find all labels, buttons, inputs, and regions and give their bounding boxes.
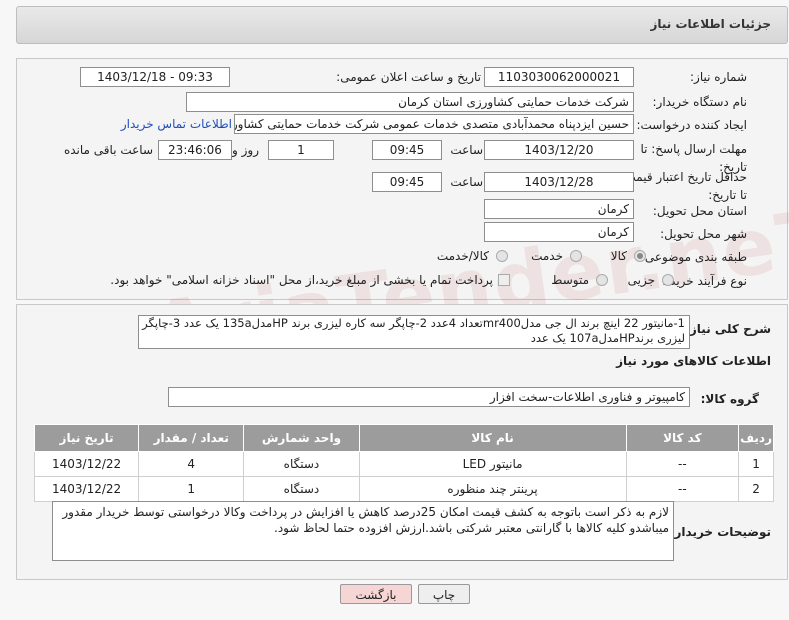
description-label: شرح کلی نیاز: bbox=[685, 322, 771, 336]
goods-info-heading: اطلاعات کالاهای مورد نیاز bbox=[616, 354, 771, 368]
purchase-option-minor: جزیی bbox=[627, 273, 655, 287]
validity-time-field: 09:45 bbox=[372, 172, 442, 192]
goods-group-label: گروه کالا: bbox=[700, 392, 759, 406]
category-option-goods: کالا bbox=[610, 249, 627, 263]
deadline-time-label: ساعت bbox=[450, 143, 483, 157]
col-item-name: نام کالا bbox=[358, 424, 627, 452]
goods-group-field: کامپیوتر و فناوری اطلاعات-سخت افزار bbox=[168, 387, 690, 407]
announce-field: 1403/12/18 - 09:33 bbox=[80, 67, 230, 87]
buyer-notes-label: توضیحات خریدار: bbox=[669, 525, 771, 539]
col-row-number: ردیف bbox=[738, 424, 774, 452]
back-button[interactable]: بازگشت bbox=[340, 584, 412, 604]
category-option-goods-service: کالا/خدمت bbox=[436, 249, 489, 263]
col-need-date: تاریخ نیاز bbox=[33, 424, 140, 452]
category-radio-goods[interactable] bbox=[634, 250, 646, 262]
print-button[interactable]: چاپ bbox=[418, 584, 470, 604]
city-label: شهر محل تحویل: bbox=[660, 227, 747, 241]
table-row: 2 -- پرینتر چند منظوره دستگاه 1 1403/12/… bbox=[33, 476, 774, 502]
col-unit: واحد شمارش bbox=[243, 424, 360, 452]
cell-need-date: 1403/12/22 bbox=[33, 476, 140, 502]
announce-label: تاریخ و ساعت اعلان عمومی: bbox=[336, 70, 481, 84]
province-field: کرمان bbox=[484, 199, 634, 219]
requester-label: ایجاد کننده درخواست: bbox=[636, 118, 747, 132]
category-option-service: خدمت bbox=[531, 249, 563, 263]
purchase-radio-minor[interactable] bbox=[662, 274, 674, 286]
category-label: طبقه بندی موضوعی: bbox=[640, 250, 747, 264]
city-field: کرمان bbox=[484, 222, 634, 242]
cell-unit: دستگاه bbox=[243, 451, 360, 477]
page-header: جزئیات اطلاعات نیاز bbox=[16, 6, 788, 44]
validity-date-field: 1403/12/28 bbox=[484, 172, 634, 192]
purchase-type-label: نوع فرآیند خرید : bbox=[662, 274, 747, 288]
deadline-date-field: 1403/12/20 bbox=[484, 140, 634, 160]
category-radio-service[interactable] bbox=[570, 250, 582, 262]
cell-unit: دستگاه bbox=[243, 476, 360, 502]
cell-item-code: -- bbox=[625, 451, 740, 477]
validity-time-label: ساعت bbox=[450, 175, 483, 189]
remaining-time-field: 23:46:06 bbox=[158, 140, 232, 160]
treasury-payment-note: پرداخت تمام یا بخشی از مبلغ خرید،از محل … bbox=[110, 273, 493, 287]
cell-row-number: 2 bbox=[738, 476, 774, 502]
purchase-radio-medium[interactable] bbox=[596, 274, 608, 286]
page-title: جزئیات اطلاعات نیاز bbox=[650, 17, 771, 31]
cell-item-name: مانیتور LED bbox=[358, 451, 627, 477]
requester-field: حسین ایزدپناه محمدآبادی متصدی خدمات عموم… bbox=[234, 114, 634, 134]
cell-item-code: -- bbox=[625, 476, 740, 502]
need-number-field: 1103030062000021 bbox=[484, 67, 634, 87]
buyer-notes-field: لازم به ذکر است باتوجه به کشف قیمت امکان… bbox=[52, 501, 674, 561]
cell-row-number: 1 bbox=[738, 451, 774, 477]
table-header-row: ردیف کد کالا نام کالا واحد شمارش تعداد /… bbox=[33, 424, 774, 452]
purchase-option-medium: متوسط bbox=[551, 273, 589, 287]
need-number-label: شماره نیاز: bbox=[690, 70, 747, 84]
description-field: 1-مانیتور 22 اینچ برند ال جی مدلmr400تعد… bbox=[138, 315, 690, 349]
validity-label: حداقل تاریخ اعتبار قیمت: تا تاریخ: bbox=[620, 170, 747, 202]
category-radio-goods-service[interactable] bbox=[496, 250, 508, 262]
treasury-payment-checkbox[interactable] bbox=[498, 274, 510, 286]
goods-table: ردیف کد کالا نام کالا واحد شمارش تعداد /… bbox=[33, 424, 774, 502]
col-quantity: تعداد / مقدار bbox=[138, 424, 245, 452]
cell-quantity: 4 bbox=[138, 451, 245, 477]
days-label: روز و bbox=[232, 143, 259, 157]
province-label: استان محل تحویل: bbox=[652, 204, 747, 218]
buyer-org-label: نام دستگاه خریدار: bbox=[652, 95, 748, 109]
deadline-time-field: 09:45 bbox=[372, 140, 442, 160]
cell-need-date: 1403/12/22 bbox=[33, 451, 140, 477]
table-row: 1 -- مانیتور LED دستگاه 4 1403/12/22 bbox=[33, 451, 774, 477]
days-field: 1 bbox=[268, 140, 334, 160]
contact-buyer-link[interactable]: اطلاعات تماس خریدار bbox=[121, 117, 232, 131]
buyer-org-field: شرکت خدمات حمایتی کشاورزی استان کرمان bbox=[186, 92, 634, 112]
cell-item-name: پرینتر چند منظوره bbox=[358, 476, 627, 502]
col-item-code: کد کالا bbox=[625, 424, 740, 452]
cell-quantity: 1 bbox=[138, 476, 245, 502]
remaining-label: ساعت باقی مانده bbox=[63, 143, 153, 157]
